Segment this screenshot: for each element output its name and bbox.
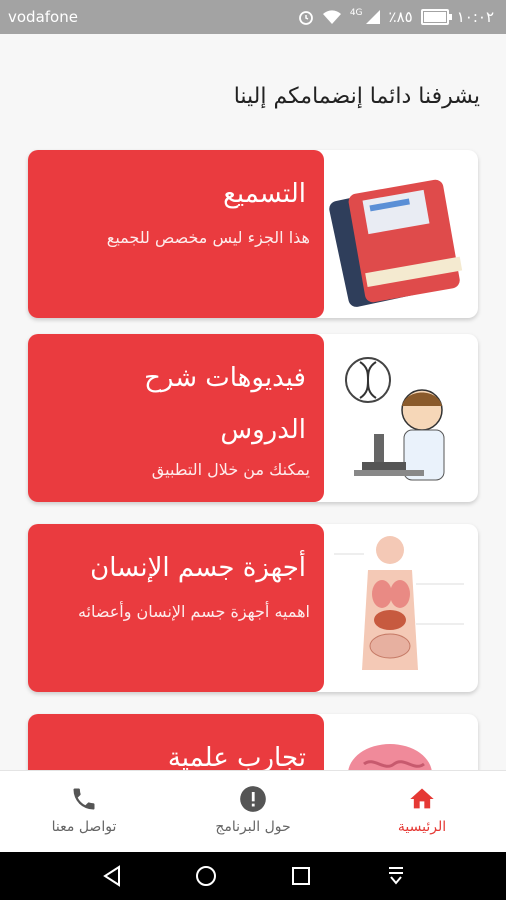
card-description: اهميه أجهزة جسم الإنسان وأعضائه xyxy=(77,602,310,621)
signal-icon xyxy=(365,10,380,24)
main-content[interactable]: يشرفنا دائما إنضمامكم إلينا التسميع هذا … xyxy=(0,34,506,770)
book-icon xyxy=(324,150,478,318)
alarm-icon xyxy=(298,11,313,25)
card-body-systems-panel[interactable]: أجهزة جسم الإنسان اهميه أجهزة جسم الإنسا… xyxy=(28,524,324,692)
welcome-text: يشرفنا دائما إنضمامكم إلينا xyxy=(233,84,480,109)
card-body-systems[interactable]: أجهزة جسم الإنسان اهميه أجهزة جسم الإنسا… xyxy=(28,524,478,692)
home-icon xyxy=(410,788,434,809)
nav-contact-label: تواصل معنا xyxy=(51,819,117,835)
nav-about-label: حول البرنامج xyxy=(215,819,291,835)
recents-icon[interactable] xyxy=(289,864,313,888)
nav-home[interactable]: الرئيسية xyxy=(362,785,482,835)
nav-contact[interactable]: تواصل معنا xyxy=(24,785,144,835)
scientist-microscope-icon xyxy=(324,334,478,502)
system-navigation-bar xyxy=(0,852,506,900)
nav-home-label: الرئيسية xyxy=(397,819,447,835)
status-icons: 4G ٪٨٥ ١٠:٠٢ xyxy=(298,8,494,26)
card-title-line2: الدروس xyxy=(220,415,306,445)
network-type: 4G xyxy=(349,8,363,18)
info-icon xyxy=(240,786,266,812)
bottom-navigation: تواصل معنا حول البرنامج الرئيسية xyxy=(0,770,506,853)
card-experiments-panel[interactable]: تجارب علمية xyxy=(28,714,324,770)
card-videos[interactable]: فيديوهات شرح الدروس يمكنك من خلال التطبي… xyxy=(28,334,478,502)
card-videos-panel[interactable]: فيديوهات شرح الدروس يمكنك من خلال التطبي… xyxy=(28,334,324,502)
back-icon[interactable] xyxy=(100,864,124,888)
clock: ١٠:٠٢ xyxy=(456,8,494,26)
card-title: تجارب علمية xyxy=(167,743,306,770)
phone-icon xyxy=(73,788,95,810)
card-title-line1: فيديوهات شرح xyxy=(144,363,306,393)
battery-icon xyxy=(420,9,452,25)
carrier-name: vodafone xyxy=(8,8,78,26)
card-description: يمكنك من خلال التطبيق xyxy=(151,460,310,479)
nav-about[interactable]: حول البرنامج xyxy=(193,785,313,835)
card-tasmee[interactable]: التسميع هذا الجزء ليس مخصص للجميع xyxy=(28,150,478,318)
human-organs-icon xyxy=(324,524,478,692)
battery-percent: ٪٨٥ xyxy=(388,8,413,26)
card-title: التسميع xyxy=(223,179,306,209)
home-button-icon[interactable] xyxy=(194,864,218,888)
card-experiments[interactable]: تجارب علمية xyxy=(28,714,478,770)
notifications-drawer-icon[interactable] xyxy=(384,864,408,888)
status-bar: vodafone 4G ٪٨٥ ١٠:٠٢ xyxy=(0,0,506,34)
card-description: هذا الجزء ليس مخصص للجميع xyxy=(106,228,310,247)
card-title: أجهزة جسم الإنسان xyxy=(90,553,306,583)
wifi-icon xyxy=(322,10,341,24)
brain-icon xyxy=(324,714,478,770)
card-tasmee-panel[interactable]: التسميع هذا الجزء ليس مخصص للجميع xyxy=(28,150,324,318)
